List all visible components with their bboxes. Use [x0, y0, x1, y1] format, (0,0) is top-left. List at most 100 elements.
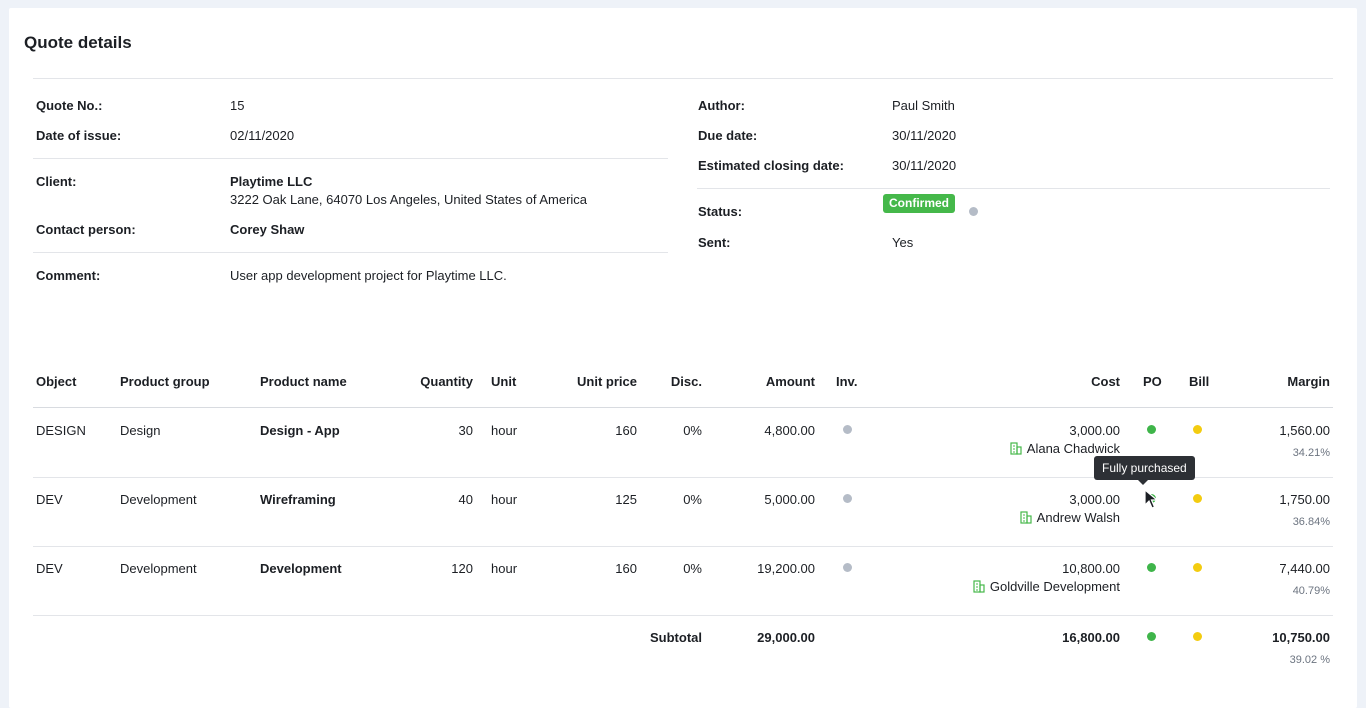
- col-po: PO: [1143, 374, 1162, 389]
- col-object: Object: [36, 374, 77, 389]
- status-indicator-dot: [969, 207, 978, 216]
- inv-status-dot[interactable]: [843, 563, 852, 572]
- divider: [33, 158, 668, 159]
- cell-margin-percent: 36.84%: [1292, 516, 1330, 528]
- col-cost: Cost: [1091, 374, 1120, 389]
- supplier-link[interactable]: Goldville Development: [973, 579, 1120, 594]
- status-label: Status:: [698, 204, 743, 219]
- cell-margin: 1,560.00: [1279, 423, 1330, 438]
- col-inv: Inv.: [836, 374, 858, 389]
- cell-unit-price: 125: [615, 492, 637, 507]
- mouse-cursor-icon: [1144, 489, 1158, 509]
- author-label: Author:: [698, 98, 745, 113]
- subtotal-margin-percent: 39.02 %: [1289, 654, 1330, 666]
- col-margin: Margin: [1287, 374, 1330, 389]
- subtotal-label: Subtotal: [650, 630, 702, 645]
- supplier-link[interactable]: Andrew Walsh: [1020, 510, 1120, 525]
- building-icon: [973, 580, 985, 593]
- building-icon: [1020, 511, 1032, 524]
- col-product-group: Product group: [120, 374, 210, 389]
- cell-unit: hour: [491, 423, 518, 438]
- col-unit-price: Unit price: [577, 374, 637, 389]
- cell-object: DESIGN: [36, 423, 86, 438]
- subtotal-amount: 29,000.00: [757, 630, 815, 645]
- cell-product-group: Development: [120, 492, 197, 507]
- cell-disc: 0%: [683, 492, 702, 507]
- quote-details-card: [9, 8, 1357, 708]
- cell-product-name[interactable]: Development: [260, 561, 342, 576]
- sent-label: Sent:: [698, 235, 731, 250]
- supplier-name: Andrew Walsh: [1036, 510, 1120, 525]
- subtotal-margin: 10,750.00: [1272, 630, 1330, 645]
- cell-disc: 0%: [683, 561, 702, 576]
- cell-product-name[interactable]: Design - App: [260, 423, 340, 438]
- cell-object: DEV: [36, 561, 63, 576]
- cell-amount: 4,800.00: [764, 423, 815, 438]
- cell-unit: hour: [491, 561, 518, 576]
- date-issue-label: Date of issue:: [36, 128, 122, 143]
- quote-no-label: Quote No.:: [36, 98, 103, 113]
- po-status-dot[interactable]: [1147, 425, 1156, 434]
- title-divider: [33, 78, 1333, 79]
- cell-product-group: Development: [120, 561, 197, 576]
- subtotal-cost: 16,800.00: [1062, 630, 1120, 645]
- quote-no-value: 15: [230, 98, 245, 113]
- cell-cost: 3,000.00: [1069, 492, 1120, 507]
- po-tooltip: Fully purchased: [1094, 456, 1195, 485]
- supplier-name: Alana Chadwick: [1026, 441, 1120, 456]
- page-title: Quote details: [24, 33, 132, 52]
- comment-value: User app development project for Playtim…: [230, 268, 507, 283]
- cell-cost: 3,000.00: [1069, 423, 1120, 438]
- cell-amount: 5,000.00: [764, 492, 815, 507]
- row-divider: [33, 615, 1333, 616]
- cell-unit: hour: [491, 492, 518, 507]
- cell-disc: 0%: [683, 423, 702, 438]
- po-status-dot[interactable]: [1147, 632, 1156, 641]
- divider: [697, 188, 1330, 189]
- client-label: Client:: [36, 174, 77, 189]
- cell-cost: 10,800.00: [1062, 561, 1120, 576]
- col-disc: Disc.: [670, 374, 702, 389]
- cell-unit-price: 160: [615, 561, 637, 576]
- col-quantity: Quantity: [420, 374, 473, 389]
- due-date-value: 30/11/2020: [892, 128, 957, 143]
- date-issue-value: 02/11/2020: [230, 128, 295, 143]
- bill-status-dot[interactable]: [1193, 632, 1202, 641]
- supplier-name: Goldville Development: [989, 579, 1120, 594]
- contact-value[interactable]: Corey Shaw: [230, 222, 304, 237]
- col-product-name: Product name: [260, 374, 347, 389]
- cell-product-name[interactable]: Wireframing: [260, 492, 336, 507]
- divider: [33, 252, 668, 253]
- row-divider: [33, 546, 1333, 547]
- col-amount: Amount: [765, 374, 815, 389]
- author-value: Paul Smith: [892, 98, 955, 113]
- supplier-link[interactable]: Alana Chadwick: [1010, 441, 1120, 456]
- cell-object: DEV: [36, 492, 63, 507]
- col-bill: Bill: [1189, 374, 1210, 389]
- inv-status-dot[interactable]: [843, 494, 852, 503]
- cell-unit-price: 160: [615, 423, 637, 438]
- cell-amount: 19,200.00: [757, 561, 815, 576]
- due-date-label: Due date:: [698, 128, 758, 143]
- sent-value: Yes: [892, 235, 914, 250]
- comment-label: Comment:: [36, 268, 101, 283]
- client-name[interactable]: Playtime LLC: [230, 174, 312, 189]
- building-icon: [1010, 442, 1022, 455]
- contact-label: Contact person:: [36, 222, 136, 237]
- cell-quantity: 30: [458, 423, 473, 438]
- inv-status-dot[interactable]: [843, 425, 852, 434]
- header-divider: [33, 407, 1333, 408]
- cell-margin-percent: 34.21%: [1292, 447, 1330, 459]
- cell-quantity: 40: [458, 492, 473, 507]
- cell-product-group: Design: [120, 423, 161, 438]
- bill-status-dot[interactable]: [1193, 563, 1202, 572]
- status-badge[interactable]: Confirmed: [883, 194, 955, 213]
- cell-margin-percent: 40.79%: [1292, 585, 1330, 597]
- client-address: 3222 Oak Lane, 64070 Los Angeles, United…: [230, 192, 588, 207]
- po-status-dot[interactable]: [1147, 563, 1156, 572]
- cell-margin: 7,440.00: [1279, 561, 1330, 576]
- cell-quantity: 120: [451, 561, 473, 576]
- bill-status-dot[interactable]: [1193, 494, 1202, 503]
- closing-date-value: 30/11/2020: [892, 158, 957, 173]
- bill-status-dot[interactable]: [1193, 425, 1202, 434]
